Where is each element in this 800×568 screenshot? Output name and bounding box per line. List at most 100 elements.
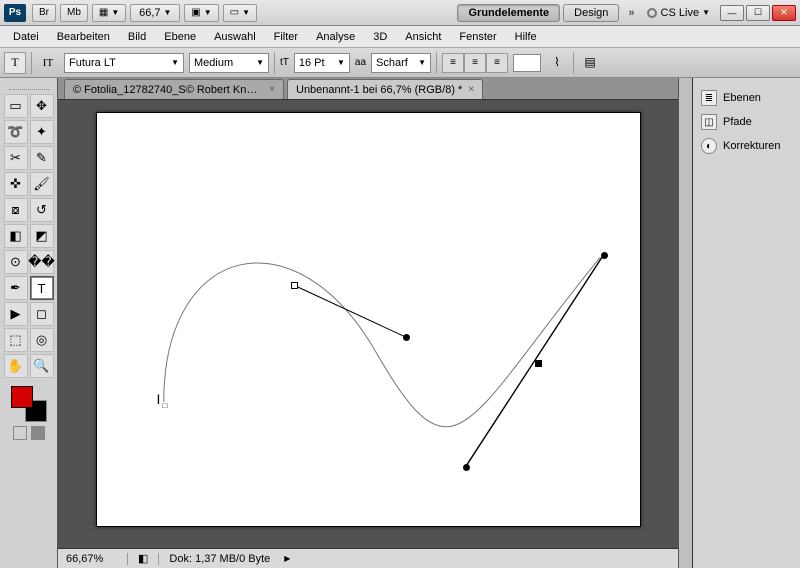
cs-live-button[interactable]: CS Live▼: [647, 7, 710, 19]
maximize-button[interactable]: ☐: [746, 5, 770, 21]
close-button[interactable]: ✕: [772, 5, 796, 21]
right-panel-group: ≣ Ebenen ◫ Pfade ◐ Korrekturen: [692, 78, 800, 568]
menu-3d[interactable]: 3D: [364, 28, 396, 46]
tool-move[interactable]: ✥: [30, 94, 54, 118]
panel-label: Pfade: [723, 116, 752, 128]
quickmask-row: [13, 426, 45, 440]
menu-bild[interactable]: Bild: [119, 28, 155, 46]
tool-3d-camera[interactable]: ◎: [30, 328, 54, 352]
doc-tab-1-close-icon[interactable]: ×: [468, 84, 474, 95]
status-profile-icon[interactable]: ◧: [128, 552, 158, 565]
menu-bearbeiten[interactable]: Bearbeiten: [48, 28, 119, 46]
tool-history-brush[interactable]: ↺: [30, 198, 54, 222]
default-colors-icon[interactable]: [13, 426, 27, 440]
align-right-button[interactable]: ≡: [486, 53, 508, 73]
tool-hand[interactable]: ✋: [4, 354, 28, 378]
app-logo: Ps: [4, 4, 26, 22]
tool-eyedropper[interactable]: ✎: [30, 146, 54, 170]
quickmask-icon[interactable]: [31, 426, 45, 440]
anchor-point[interactable]: [291, 282, 298, 289]
tool-marquee[interactable]: ▭: [4, 94, 28, 118]
tool-gradient[interactable]: ◩: [30, 224, 54, 248]
menu-hilfe[interactable]: Hilfe: [506, 28, 546, 46]
menu-analyse[interactable]: Analyse: [307, 28, 364, 46]
font-family-combo[interactable]: Futura LT▼: [64, 53, 184, 73]
workspace-design[interactable]: Design: [563, 4, 619, 22]
anchor-point[interactable]: [535, 360, 542, 367]
align-center-button[interactable]: ≡: [464, 53, 486, 73]
bridge-button[interactable]: Br: [32, 4, 56, 22]
status-bar: 66,67% ◧ Dok: 1,37 MB/0 Byte ▶: [58, 548, 678, 568]
tool-path-select[interactable]: ▶: [4, 302, 28, 326]
status-flyout-icon[interactable]: ▶: [284, 554, 290, 563]
tool-type[interactable]: T: [30, 276, 54, 300]
color-swatches[interactable]: [11, 386, 47, 422]
font-size-combo[interactable]: 16 Pt▼: [294, 53, 350, 73]
handle-point[interactable]: [403, 334, 410, 341]
tool-blur[interactable]: ⊙: [4, 250, 28, 274]
workspace-more-icon[interactable]: »: [622, 7, 640, 19]
canvas[interactable]: I□: [96, 112, 641, 527]
workspace-essentials[interactable]: Grundelemente: [457, 4, 560, 22]
tool-shape[interactable]: ◻: [30, 302, 54, 326]
menu-datei[interactable]: Datei: [4, 28, 48, 46]
text-orientation-icon[interactable]: IT: [37, 52, 59, 74]
tool-dodge[interactable]: ��: [30, 250, 54, 274]
font-style-value: Medium: [194, 57, 233, 69]
tool-3d[interactable]: ⬚: [4, 328, 28, 352]
text-cursor-icon: I□: [157, 391, 161, 407]
menu-fenster[interactable]: Fenster: [450, 28, 505, 46]
panel-pfade[interactable]: ◫ Pfade: [693, 110, 800, 134]
tools-handle[interactable]: [9, 82, 49, 90]
tool-zoom[interactable]: 🔍: [30, 354, 54, 378]
warp-text-icon[interactable]: ⌇: [546, 52, 568, 74]
handle-point[interactable]: [463, 464, 470, 471]
tool-preset-icon[interactable]: T: [4, 52, 26, 74]
document-tab-row: © Fotolia_12782740_S© Robert Kneschke - …: [58, 78, 678, 100]
collapsed-panel-bar[interactable]: [678, 78, 692, 568]
panel-ebenen[interactable]: ≣ Ebenen: [693, 86, 800, 110]
align-left-button[interactable]: ≡: [442, 53, 464, 73]
arrange-button[interactable]: ▣▼: [184, 4, 218, 22]
font-family-value: Futura LT: [69, 57, 116, 69]
tool-heal[interactable]: ✜: [4, 172, 28, 196]
text-color-swatch[interactable]: [513, 54, 541, 72]
tool-wand[interactable]: ✦: [30, 120, 54, 144]
tool-stamp[interactable]: ⧇: [4, 198, 28, 222]
handle-point[interactable]: [601, 252, 608, 259]
status-zoom[interactable]: 66,67%: [58, 553, 128, 565]
panel-korrekturen[interactable]: ◐ Korrekturen: [693, 134, 800, 158]
paths-icon: ◫: [701, 114, 717, 130]
antialias-value: Scharf: [376, 57, 408, 69]
text-align-group: ≡ ≡ ≡: [442, 53, 508, 73]
doc-tab-1-label: Unbenannt-1 bei 66,7% (RGB/8) *: [296, 84, 462, 96]
tool-lasso[interactable]: ➰: [4, 120, 28, 144]
menu-bar: Datei Bearbeiten Bild Ebene Auswahl Filt…: [0, 26, 800, 48]
path-drawing: [97, 113, 640, 526]
font-style-combo[interactable]: Medium▼: [189, 53, 269, 73]
tool-eraser[interactable]: ◧: [4, 224, 28, 248]
minibridge-button[interactable]: Mb: [60, 4, 88, 22]
tool-crop[interactable]: ✂: [4, 146, 28, 170]
antialias-combo[interactable]: Scharf▼: [371, 53, 431, 73]
tool-brush[interactable]: 🖌: [30, 172, 54, 196]
status-doc-size[interactable]: Dok: 1,37 MB/0 Byte: [158, 553, 280, 565]
layout-button[interactable]: ▦▼: [92, 4, 126, 22]
screen-mode-button[interactable]: ▭▼: [223, 4, 257, 22]
menu-filter[interactable]: Filter: [265, 28, 307, 46]
minimize-button[interactable]: —: [720, 5, 744, 21]
zoom-level-combo[interactable]: 66,7▼: [130, 4, 180, 22]
layers-icon: ≣: [701, 90, 717, 106]
tool-pen[interactable]: ✒: [4, 276, 28, 300]
menu-ebene[interactable]: Ebene: [155, 28, 205, 46]
menu-ansicht[interactable]: Ansicht: [396, 28, 450, 46]
menu-auswahl[interactable]: Auswahl: [205, 28, 265, 46]
doc-tab-0-close-icon[interactable]: ×: [269, 84, 275, 95]
character-panel-icon[interactable]: ▤: [579, 52, 601, 74]
foreground-swatch[interactable]: [11, 386, 33, 408]
doc-tab-1[interactable]: Unbenannt-1 bei 66,7% (RGB/8) * ×: [287, 79, 483, 99]
canvas-area: I□: [58, 100, 678, 548]
cs-live-label: CS Live: [661, 7, 700, 19]
zoom-level-value: 66,7: [139, 7, 160, 19]
doc-tab-0[interactable]: © Fotolia_12782740_S© Robert Kneschke - …: [64, 79, 284, 99]
